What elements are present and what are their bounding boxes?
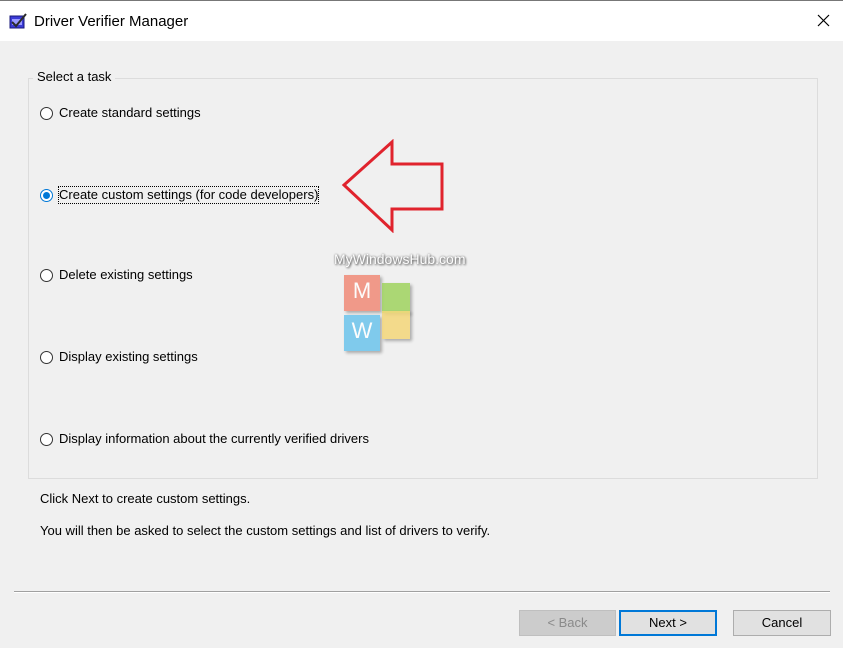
option-label: Create standard settings: [59, 105, 201, 120]
option-label: Display existing settings: [59, 349, 198, 364]
watermark-tile-m: M: [344, 275, 380, 311]
driver-verifier-icon: [9, 13, 27, 29]
radio-create-standard[interactable]: [40, 106, 53, 120]
cancel-button[interactable]: Cancel: [733, 610, 831, 636]
back-button[interactable]: < Back: [519, 610, 616, 636]
red-arrow-icon: [341, 139, 444, 233]
title-bar: Driver Verifier Manager: [0, 1, 843, 41]
option-display-existing[interactable]: Display existing settings: [40, 348, 198, 366]
radio-display-information[interactable]: [40, 432, 53, 446]
option-label: Delete existing settings: [59, 267, 193, 282]
radio-create-custom[interactable]: [40, 188, 53, 202]
option-create-custom[interactable]: Create custom settings (for code develop…: [40, 186, 320, 204]
info-line-1: Click Next to create custom settings.: [40, 491, 251, 506]
option-label: Create custom settings (for code develop…: [57, 186, 320, 204]
close-button[interactable]: [803, 1, 843, 41]
close-icon: [817, 14, 830, 27]
option-label: Display information about the currently …: [59, 431, 369, 446]
radio-display-existing[interactable]: [40, 350, 53, 364]
option-create-standard[interactable]: Create standard settings: [40, 104, 201, 122]
driver-verifier-window: Driver Verifier Manager Select a task Cr…: [0, 0, 843, 648]
info-line-2: You will then be asked to select the cus…: [40, 523, 491, 538]
groupbox-title: Select a task: [33, 69, 116, 84]
button-separator: [14, 591, 830, 593]
window-title: Driver Verifier Manager: [34, 13, 189, 30]
watermark-tile-green: [382, 283, 410, 313]
radio-delete-existing[interactable]: [40, 268, 53, 282]
watermark-text: MyWindowsHub.com: [334, 251, 466, 267]
watermark-tile-yellow: [382, 311, 410, 339]
next-button[interactable]: Next >: [619, 610, 717, 636]
option-delete-existing[interactable]: Delete existing settings: [40, 266, 193, 284]
watermark-tile-w: W: [344, 315, 380, 351]
option-display-information[interactable]: Display information about the currently …: [40, 430, 369, 448]
